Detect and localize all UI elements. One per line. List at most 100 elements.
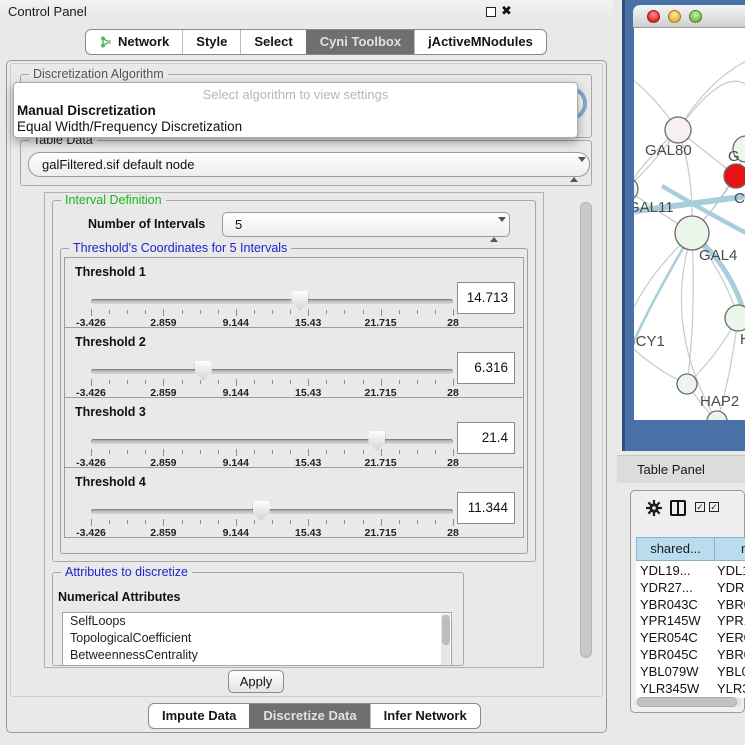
table-row[interactable]: YBR045C YBR0	[636, 647, 745, 664]
slider-ticks	[91, 448, 453, 457]
split-columns-icon[interactable]	[670, 500, 686, 516]
network-window-titlebar[interactable]	[633, 5, 745, 28]
network-canvas[interactable]: GAL80GCGAL11GAL4GCY1HHAP2	[634, 28, 745, 420]
threshold-label: Threshold 3	[75, 405, 146, 419]
threshold-panel-4: Threshold 4-3.4262.8599.14415.4321.71528…	[64, 467, 524, 538]
bottom-tab-infer-network[interactable]: Infer Network	[370, 704, 480, 728]
tab-label: jActiveMNodules	[428, 30, 533, 54]
tab-jactivemnodules[interactable]: jActiveMNodules	[414, 30, 546, 54]
threshold-value-field[interactable]: 6.316	[457, 352, 515, 384]
algorithm-option-equal-width[interactable]: Equal Width/Frequency Discretization	[17, 119, 242, 134]
discretization-algorithm-group-title: Discretization Algorithm	[29, 67, 168, 81]
table-row[interactable]: YDR27... YDR2	[636, 580, 745, 597]
table-row[interactable]: YLR345W YLR3	[636, 681, 745, 698]
attribute-list-item[interactable]: SelfLoops	[63, 613, 451, 630]
bottom-tab-impute-data[interactable]: Impute Data	[149, 704, 249, 728]
slider-track[interactable]	[91, 369, 453, 374]
tab-style[interactable]: Style	[182, 30, 240, 54]
table-row[interactable]: YPR145WYPR1	[636, 613, 745, 630]
tab-label: Network	[118, 30, 169, 54]
close-traffic-light-icon[interactable]	[647, 10, 660, 23]
threshold-slider[interactable]: -3.4262.8599.14415.4321.71528	[91, 434, 453, 464]
threshold-slider[interactable]: -3.4262.8599.14415.4321.71528	[91, 364, 453, 394]
table-panel-header: Table Panel	[617, 455, 745, 483]
zoom-traffic-light-icon[interactable]	[689, 10, 702, 23]
cell-shared-name: YBR043C	[640, 597, 698, 612]
slider-ticks	[91, 378, 453, 387]
control-panel-titlebar: Control Panel ✖	[0, 0, 613, 22]
cell-shared-name: YDR27...	[640, 580, 693, 595]
threshold-value-field[interactable]: 21.4	[457, 422, 515, 454]
network-node-c[interactable]	[724, 164, 745, 188]
numerical-attributes-list[interactable]: SelfLoopsTopologicalCoefficientBetweenne…	[62, 612, 452, 666]
settings-scrollbar[interactable]	[580, 202, 592, 658]
cyni-mode-tabs: Impute Data Discretize Data Infer Network	[148, 703, 481, 729]
cell-name: YDR2	[717, 580, 745, 595]
table-horizontal-scrollbar[interactable]	[635, 697, 742, 707]
table-rows: YDL19...YDL1YDR27...YDR2YBR043CYBR0YPR14…	[636, 563, 745, 698]
combo-arrows-icon	[570, 158, 579, 181]
network-node-label: HAP2	[700, 393, 739, 410]
cell-shared-name: YBL079W	[640, 664, 699, 679]
threshold-panel-1: Threshold 1-3.4262.8599.14415.4321.71528…	[64, 257, 524, 328]
table-data-combobox[interactable]: galFiltered.sif default node	[28, 152, 590, 177]
cell-shared-name: YLR345W	[640, 681, 699, 696]
interval-definition-group-title: Interval Definition	[61, 193, 166, 207]
bottom-tab-label: Discretize Data	[263, 704, 356, 728]
network-node-label: C	[734, 190, 745, 207]
attributes-scrollbar[interactable]	[441, 614, 450, 666]
cell-shared-name: YER054C	[640, 630, 698, 645]
table-row[interactable]: YDL19...YDL1	[636, 563, 745, 580]
threshold-slider[interactable]: -3.4262.8599.14415.4321.71528	[91, 504, 453, 534]
tab-network[interactable]: Network	[86, 30, 182, 54]
network-node[interactable]	[707, 411, 727, 420]
checkbox-icon[interactable]: ✓	[709, 502, 719, 512]
apply-button[interactable]: Apply	[228, 670, 284, 693]
float-window-icon[interactable]	[486, 7, 496, 17]
network-node-label: GCY1	[634, 333, 665, 350]
cell-name: YDL1	[717, 563, 745, 578]
column-header-name[interactable]: name	[714, 537, 745, 561]
slider-ticks	[91, 308, 453, 317]
control-panel-tabs: Network StyleSelectCyni Toolbox jActiveMNo…	[85, 29, 547, 55]
algorithm-option-manual[interactable]: Manual Discretization	[17, 103, 156, 118]
threshold-slider[interactable]: -3.4262.8599.14415.4321.71528	[91, 294, 453, 324]
minimize-traffic-light-icon[interactable]	[668, 10, 681, 23]
table-panel-title: Table Panel	[637, 462, 705, 477]
slider-track[interactable]	[91, 439, 453, 444]
number-of-intervals-combobox[interactable]: 5	[222, 212, 510, 237]
table-header-row: shared... name	[636, 537, 745, 561]
tab-cyni-toolbox[interactable]: Cyni Toolbox	[306, 30, 414, 54]
close-icon[interactable]: ✖	[501, 3, 512, 19]
cell-name: YLR3	[717, 681, 745, 696]
bottom-tab-discretize-data[interactable]: Discretize Data	[249, 704, 369, 728]
table-row[interactable]: YBR043CYBR0	[636, 597, 745, 614]
bottom-tab-label: Infer Network	[384, 704, 467, 728]
table-row[interactable]: YER054CYER0	[636, 630, 745, 647]
threshold-value-field[interactable]: 11.344	[457, 492, 515, 524]
network-node-hap2[interactable]	[677, 374, 697, 394]
threshold-value-field[interactable]: 14.713	[457, 282, 515, 314]
tab-select[interactable]: Select	[240, 30, 305, 54]
cell-shared-name: YBR045C	[640, 647, 698, 662]
attribute-list-item[interactable]: BetweennessCentrality	[63, 647, 451, 664]
table-data-value: galFiltered.sif default node	[42, 157, 194, 172]
threshold-panel-2: Threshold 2 -3.4262.8599.14415.4321.71528…	[64, 327, 524, 398]
table-row[interactable]: YBL079W YBL0	[636, 664, 745, 681]
column-header-shared-name[interactable]: shared...	[636, 537, 715, 561]
table-toolbar: ✓ ✓	[631, 491, 744, 533]
threshold-list: Threshold 1-3.4262.8599.14415.4321.71528…	[64, 258, 524, 538]
slider-track[interactable]	[91, 509, 453, 514]
node-table[interactable]: shared... name YDL19...YDL1YDR27...YDR2Y…	[636, 537, 745, 698]
gear-icon[interactable]	[645, 499, 663, 517]
network-node-gal4[interactable]	[675, 216, 709, 250]
slider-track[interactable]	[91, 299, 453, 304]
network-node-h[interactable]	[725, 305, 745, 331]
attribute-list-item[interactable]: TopologicalCoefficient	[63, 630, 451, 647]
threshold-label: Threshold 2	[75, 335, 146, 349]
network-node-gal80[interactable]	[665, 117, 691, 143]
cell-name: YBR0	[717, 647, 745, 662]
cell-name: YBL0	[717, 664, 745, 679]
numerical-attributes-label: Numerical Attributes	[58, 590, 180, 604]
checkbox-icon[interactable]: ✓	[695, 502, 705, 512]
